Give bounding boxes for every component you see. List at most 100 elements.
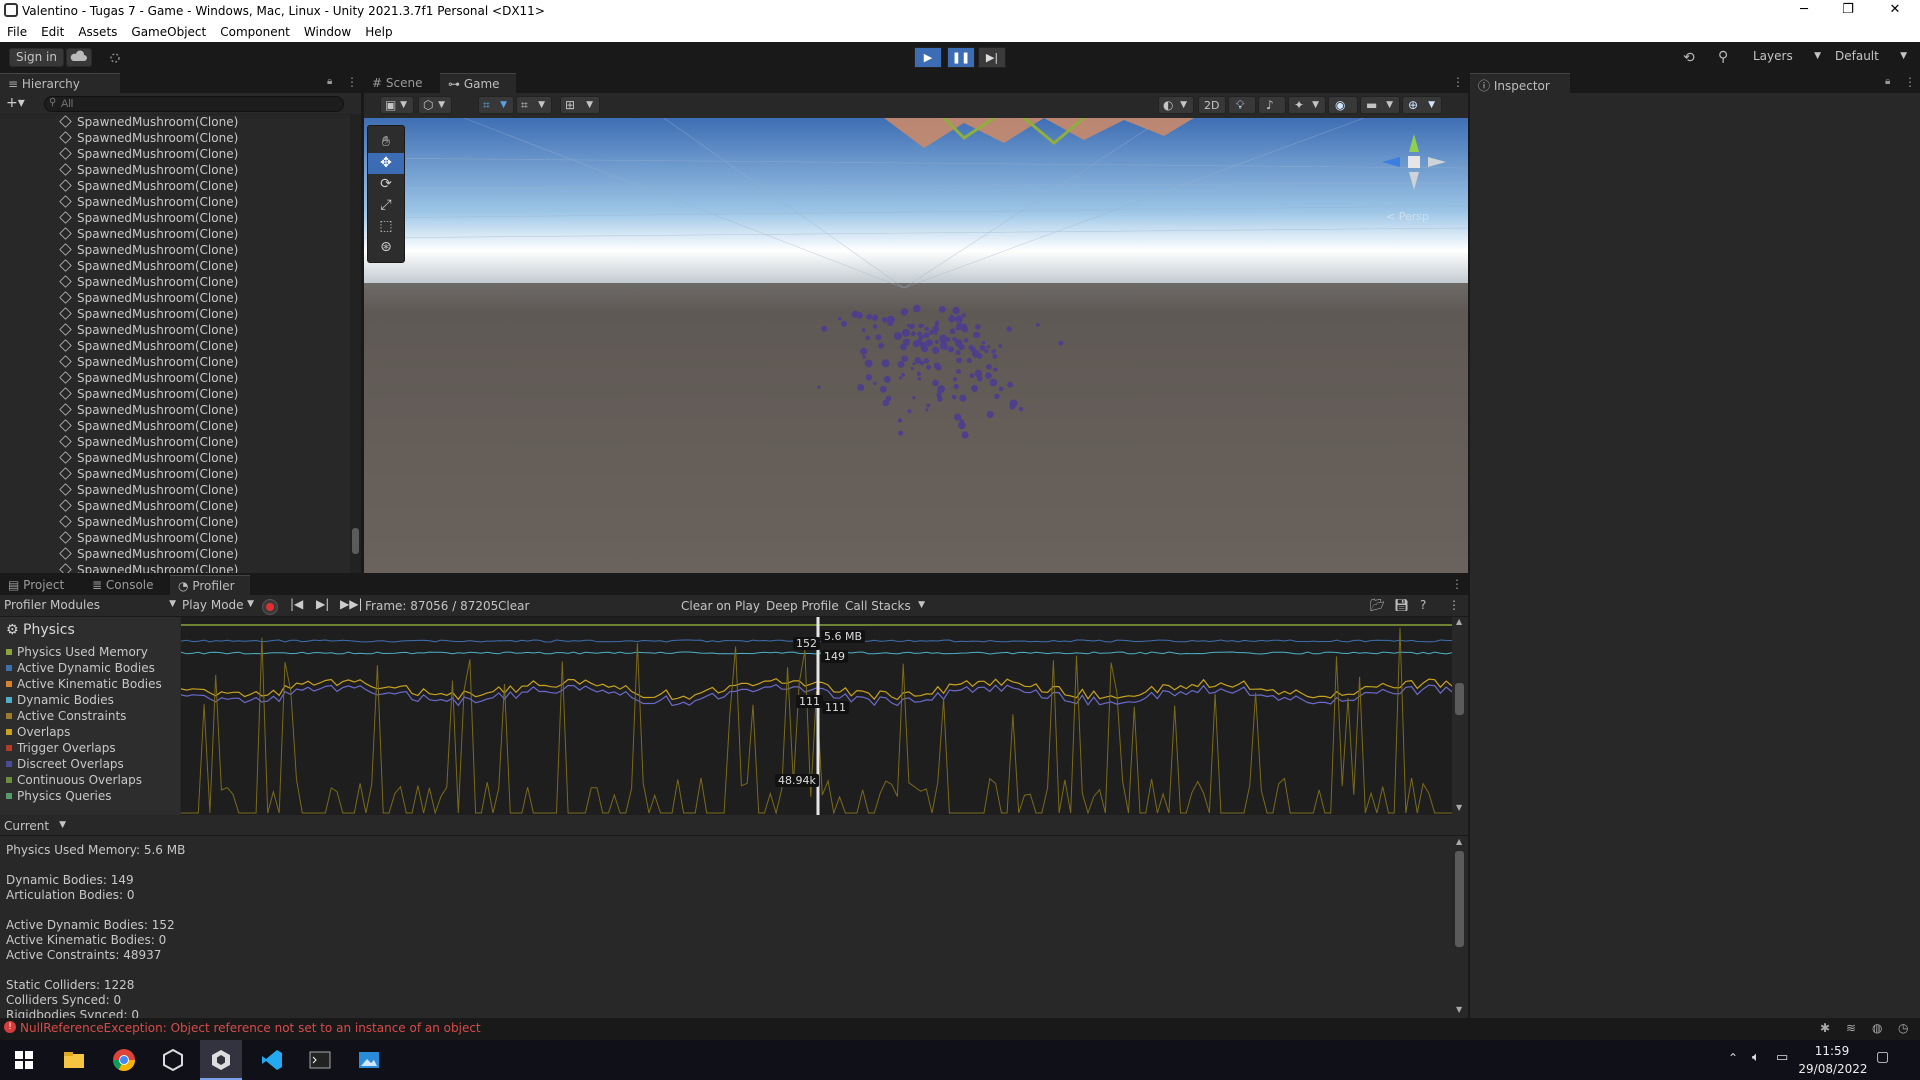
- tab-scene[interactable]: # Scene: [364, 73, 440, 93]
- prev-frame-icon[interactable]: |◀: [290, 597, 303, 611]
- orientation-gizmo[interactable]: [1374, 132, 1454, 192]
- maximize-button[interactable]: ❐: [1826, 0, 1870, 22]
- transform-tool-icon[interactable]: ⊛: [368, 237, 404, 258]
- network-icon[interactable]: ▭: [1776, 1050, 1788, 1065]
- rect-tool-icon[interactable]: ⬚: [368, 216, 404, 237]
- gizmos-dropdown[interactable]: ⊕ ▼: [1402, 96, 1442, 114]
- more-options-icon[interactable]: ⋮: [1904, 75, 1916, 89]
- status-bar[interactable]: ! NullReferenceException: Object referen…: [0, 1018, 1920, 1040]
- hierarchy-item[interactable]: SpawnedMushroom(Clone): [59, 147, 238, 163]
- hierarchy-scrollbar[interactable]: [350, 115, 361, 573]
- hierarchy-item[interactable]: SpawnedMushroom(Clone): [59, 515, 238, 531]
- cache-server-icon[interactable]: ◍: [1872, 1021, 1882, 1035]
- hierarchy-item[interactable]: SpawnedMushroom(Clone): [59, 195, 238, 211]
- clear-button[interactable]: Clear: [498, 599, 529, 613]
- lock-icon[interactable]: 🔒︎: [1885, 76, 1890, 87]
- hierarchy-item[interactable]: SpawnedMushroom(Clone): [59, 531, 238, 547]
- audio-toggle[interactable]: ♪: [1258, 96, 1286, 114]
- legend-item[interactable]: Physics Queries: [6, 789, 112, 803]
- hierarchy-item[interactable]: SpawnedMushroom(Clone): [59, 451, 238, 467]
- legend-item[interactable]: Trigger Overlaps: [6, 741, 116, 755]
- legend-item[interactable]: Overlaps: [6, 725, 70, 739]
- persp-label[interactable]: < Persp: [1386, 210, 1429, 223]
- next-frame-icon[interactable]: ▶|: [316, 597, 329, 611]
- scroll-down-icon[interactable]: ▼: [1456, 803, 1462, 812]
- add-icon[interactable]: +▾: [6, 95, 25, 111]
- vscode-icon[interactable]: [260, 1048, 284, 1072]
- hierarchy-item[interactable]: SpawnedMushroom(Clone): [59, 323, 238, 339]
- hierarchy-item[interactable]: SpawnedMushroom(Clone): [59, 227, 238, 243]
- hierarchy-item[interactable]: SpawnedMushroom(Clone): [59, 115, 238, 131]
- layers-dropdown[interactable]: Layers ▼: [1745, 48, 1827, 67]
- hierarchy-item[interactable]: SpawnedMushroom(Clone): [59, 163, 238, 179]
- rotate-tool-icon[interactable]: ⟳: [368, 174, 404, 195]
- tab-game[interactable]: ⊶ Game: [440, 73, 516, 93]
- hierarchy-item[interactable]: SpawnedMushroom(Clone): [59, 275, 238, 291]
- call-stacks-dropdown[interactable]: Call Stacks ▼: [845, 599, 925, 613]
- notifications-icon[interactable]: ▢: [1876, 1049, 1889, 1065]
- scrollbar-thumb[interactable]: [1455, 683, 1464, 715]
- hierarchy-item[interactable]: SpawnedMushroom(Clone): [59, 339, 238, 355]
- file-explorer-icon[interactable]: [62, 1048, 86, 1072]
- hierarchy-item[interactable]: SpawnedMushroom(Clone): [59, 499, 238, 515]
- grid-snap-dropdown[interactable]: ⌗ ▼: [478, 96, 514, 114]
- lock-icon[interactable]: 🔒︎: [327, 76, 332, 87]
- clear-on-play-toggle[interactable]: Clear on Play: [681, 599, 760, 613]
- tool-mode-dropdown[interactable]: ⬡ ▼: [418, 96, 452, 114]
- menu-component[interactable]: Component: [213, 22, 297, 39]
- graph-scrollbar[interactable]: ▲ ▼: [1452, 617, 1468, 815]
- stats-scrollbar[interactable]: ▲ ▼: [1452, 837, 1468, 1018]
- scroll-up-icon[interactable]: ▲: [1456, 837, 1462, 846]
- unity-hub-icon[interactable]: [161, 1048, 185, 1072]
- menu-help[interactable]: Help: [358, 22, 399, 39]
- view-mode-dropdown[interactable]: Current ▼: [4, 819, 66, 833]
- clock-date[interactable]: 29/08/2022: [1798, 1062, 1868, 1076]
- collab-icon[interactable]: [108, 51, 122, 65]
- scroll-down-icon[interactable]: ▼: [1456, 1005, 1462, 1014]
- history-icon[interactable]: ⟲: [1683, 50, 1695, 66]
- search-icon[interactable]: ⚲: [1718, 49, 1728, 65]
- profiler-modules-dropdown[interactable]: Profiler Modules ▼: [4, 598, 176, 612]
- scene-visibility-toggle[interactable]: ◉: [1328, 96, 1358, 114]
- hierarchy-item[interactable]: SpawnedMushroom(Clone): [59, 179, 238, 195]
- photos-icon[interactable]: [357, 1048, 381, 1072]
- close-button[interactable]: ✕: [1873, 0, 1917, 22]
- 2d-toggle[interactable]: 2D: [1198, 96, 1226, 114]
- hierarchy-item[interactable]: SpawnedMushroom(Clone): [59, 355, 238, 371]
- menu-assets[interactable]: Assets: [71, 22, 124, 39]
- tab-inspector[interactable]: ⓘ Inspector: [1470, 73, 1570, 93]
- hierarchy-item[interactable]: SpawnedMushroom(Clone): [59, 419, 238, 435]
- legend-item[interactable]: Active Kinematic Bodies: [6, 677, 162, 691]
- hierarchy-item[interactable]: SpawnedMushroom(Clone): [59, 563, 238, 573]
- deep-profile-toggle[interactable]: Deep Profile: [766, 599, 839, 613]
- play-button[interactable]: ▶: [914, 47, 942, 68]
- record-button[interactable]: [262, 599, 278, 615]
- current-frame-icon[interactable]: ▶▶|: [340, 597, 363, 611]
- hierarchy-item[interactable]: SpawnedMushroom(Clone): [59, 291, 238, 307]
- tab-hierarchy[interactable]: ≡ Hierarchy: [0, 73, 120, 93]
- help-icon[interactable]: ?: [1420, 598, 1426, 612]
- move-tool-icon[interactable]: ✥: [368, 153, 404, 174]
- layers-status-icon[interactable]: ≋: [1846, 1021, 1856, 1035]
- hierarchy-item[interactable]: SpawnedMushroom(Clone): [59, 435, 238, 451]
- bug-icon[interactable]: ✱: [1820, 1021, 1830, 1035]
- hierarchy-item[interactable]: SpawnedMushroom(Clone): [59, 387, 238, 403]
- hierarchy-item[interactable]: SpawnedMushroom(Clone): [59, 371, 238, 387]
- cloud-icon[interactable]: [66, 48, 92, 67]
- step-button[interactable]: ▶|: [978, 47, 1006, 68]
- tab-project[interactable]: ▤ Project: [0, 575, 84, 595]
- legend-item[interactable]: Active Dynamic Bodies: [6, 661, 155, 675]
- scale-tool-icon[interactable]: ⤢: [368, 195, 404, 216]
- hand-tool-icon[interactable]: ✋︎: [368, 132, 404, 153]
- legend-item[interactable]: Discreet Overlaps: [6, 757, 124, 771]
- increment-snap-dropdown[interactable]: ⌗ ▼: [516, 96, 552, 114]
- minimize-button[interactable]: ─: [1782, 0, 1826, 22]
- legend-item[interactable]: Active Constraints: [6, 709, 126, 723]
- chevron-up-icon[interactable]: ⌃: [1728, 1051, 1738, 1065]
- hierarchy-search-input[interactable]: [44, 96, 344, 112]
- windows-start-icon[interactable]: [12, 1048, 36, 1072]
- legend-item[interactable]: Continuous Overlaps: [6, 773, 142, 787]
- hierarchy-item[interactable]: SpawnedMushroom(Clone): [59, 243, 238, 259]
- hierarchy-item[interactable]: SpawnedMushroom(Clone): [59, 307, 238, 323]
- scroll-up-icon[interactable]: ▲: [1456, 617, 1462, 626]
